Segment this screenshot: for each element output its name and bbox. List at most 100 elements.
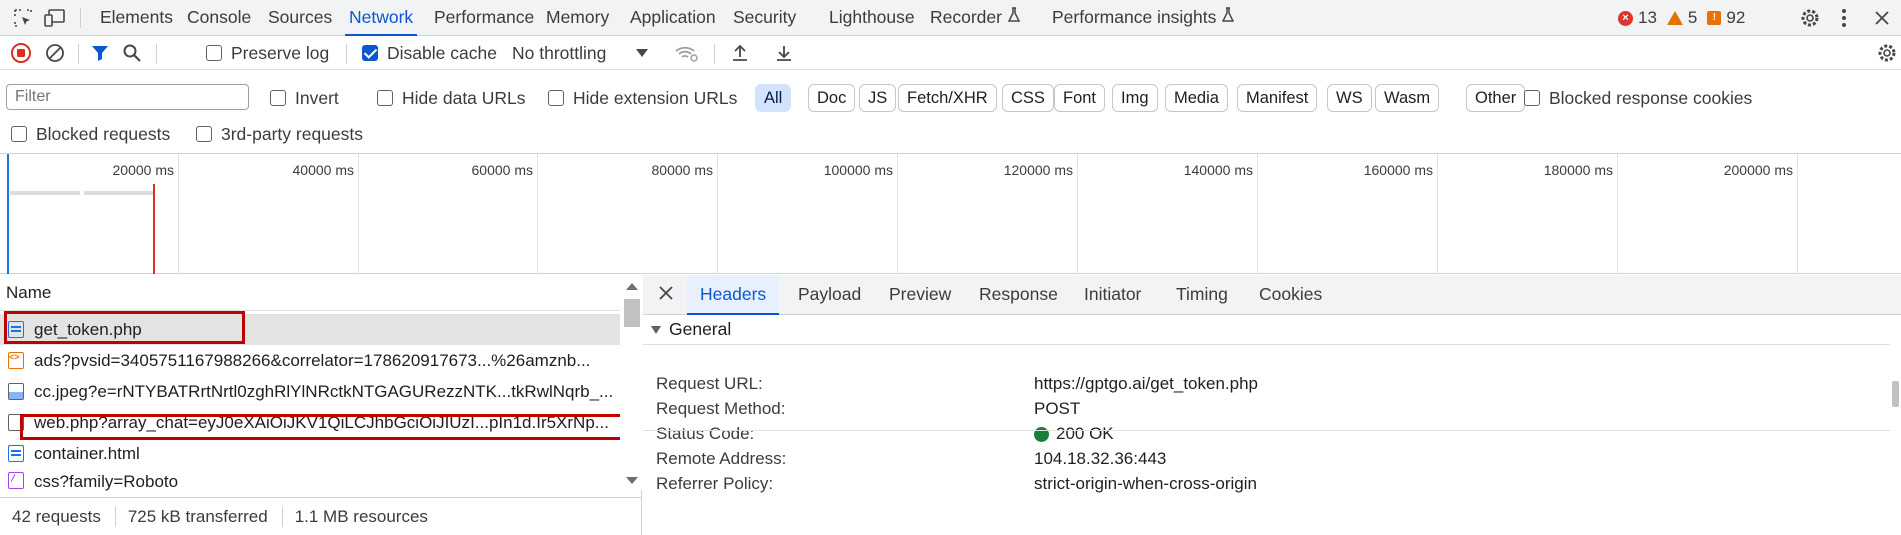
throttling-select[interactable]: No throttling — [512, 36, 649, 70]
network-toolbar: Preserve log Disable cache No throttling — [0, 36, 1901, 70]
divider — [156, 44, 157, 64]
error-counter[interactable]: × 13 — [1618, 8, 1657, 28]
more-options-icon[interactable] — [1834, 0, 1854, 36]
import-har-button[interactable] — [730, 36, 750, 70]
timeline-tick-label: 100000 ms — [823, 162, 893, 178]
tab-sources[interactable]: Sources — [268, 0, 332, 36]
disable-cache-toggle[interactable]: Disable cache — [362, 36, 497, 70]
tab-performance[interactable]: Performance — [434, 0, 534, 36]
stylesheet-icon — [8, 472, 24, 489]
third-party-requests-toggle[interactable]: 3rd-party requests — [196, 120, 363, 148]
tab-network[interactable]: Network — [344, 0, 418, 36]
request-count: 42 requests — [0, 506, 116, 527]
tab-payload[interactable]: Payload — [798, 275, 861, 315]
request-row[interactable]: ads?pvsid=3405751167988266&correlator=17… — [0, 345, 620, 376]
blocked-response-cookies-toggle[interactable]: Blocked response cookies — [1524, 84, 1752, 112]
status-ok-dot-icon — [1034, 426, 1049, 442]
tab-cookies[interactable]: Cookies — [1259, 275, 1322, 315]
export-har-button[interactable] — [774, 36, 794, 70]
type-filter-manifest[interactable]: Manifest — [1237, 84, 1318, 112]
search-button[interactable] — [122, 36, 142, 70]
tab-performance-insights[interactable]: Performance insights — [1052, 0, 1235, 36]
type-filter-css[interactable]: CSS — [1002, 84, 1054, 112]
invert-checkbox[interactable] — [270, 90, 286, 106]
filter-input[interactable] — [6, 84, 249, 110]
throttling-value: No throttling — [512, 42, 607, 63]
stop-recording-button[interactable] — [10, 36, 32, 70]
hide-data-urls-toggle[interactable]: Hide data URLs — [377, 84, 526, 112]
tab-timing[interactable]: Timing — [1176, 275, 1228, 315]
warning-count: 5 — [1687, 8, 1698, 27]
network-overview-timeline[interactable]: 20000 ms 40000 ms 60000 ms 80000 ms 1000… — [0, 154, 1901, 274]
hide-data-urls-checkbox[interactable] — [377, 90, 393, 106]
filter-toggle-button[interactable] — [90, 36, 110, 70]
warning-counter[interactable]: 5 — [1666, 8, 1698, 28]
header-value[interactable]: 104.18.32.36:443 — [1034, 449, 1166, 469]
disable-cache-checkbox[interactable] — [362, 45, 378, 61]
header-value[interactable]: strict-origin-when-cross-origin — [1034, 474, 1257, 494]
tab-headers[interactable]: Headers — [687, 275, 780, 315]
hide-extension-urls-checkbox[interactable] — [548, 90, 564, 106]
tab-security[interactable]: Security — [733, 0, 796, 36]
close-devtools-icon[interactable] — [1870, 0, 1894, 36]
preserve-log-toggle[interactable]: Preserve log — [206, 36, 329, 70]
blocked-requests-checkbox[interactable] — [11, 126, 27, 142]
type-filter-media[interactable]: Media — [1165, 84, 1228, 112]
issue-count: 92 — [1726, 8, 1746, 27]
hide-extension-urls-toggle[interactable]: Hide extension URLs — [548, 84, 737, 112]
header-value[interactable]: POST — [1034, 399, 1080, 419]
tab-elements[interactable]: Elements — [100, 0, 173, 36]
image-icon — [8, 383, 24, 400]
type-filter-doc[interactable]: Doc — [808, 84, 856, 112]
scroll-up-icon[interactable] — [626, 283, 638, 290]
device-toolbar-icon[interactable] — [38, 0, 72, 36]
type-filter-img[interactable]: Img — [1112, 84, 1158, 112]
details-scrollbar[interactable] — [1890, 315, 1901, 535]
tab-console[interactable]: Console — [187, 0, 251, 36]
name-column-header[interactable]: Name — [0, 275, 620, 311]
issues-counter[interactable]: ! 92 — [1707, 8, 1745, 28]
tab-response[interactable]: Response — [979, 275, 1058, 315]
header-value[interactable]: https://gptgo.ai/get_token.php — [1034, 374, 1258, 394]
header-key: Remote Address: — [656, 449, 787, 468]
tab-memory[interactable]: Memory — [546, 0, 609, 36]
timeline-gridline — [358, 154, 359, 274]
type-filter-all[interactable]: All — [755, 84, 792, 112]
status-code-value[interactable]: 200 OK — [1034, 424, 1114, 444]
divider — [643, 430, 1890, 431]
inspect-element-icon[interactable] — [6, 0, 40, 36]
invert-toggle[interactable]: Invert — [270, 84, 339, 112]
settings-gear-icon[interactable] — [1793, 0, 1827, 36]
type-filter-font[interactable]: Font — [1054, 84, 1106, 112]
tab-lighthouse[interactable]: Lighthouse — [829, 0, 915, 36]
general-section-header[interactable]: General — [643, 315, 1890, 345]
request-list-scrollbar[interactable] — [620, 275, 642, 490]
request-row[interactable]: cc.jpeg?e=rNTYBATRrtNrtl0zghRlYlNRctkNTG… — [0, 376, 620, 407]
network-settings-button[interactable] — [1876, 36, 1898, 70]
tab-application[interactable]: Application — [630, 0, 716, 36]
third-party-requests-checkbox[interactable] — [196, 126, 212, 142]
type-filter-ws[interactable]: WS — [1327, 84, 1372, 112]
type-filter-wasm[interactable]: Wasm — [1375, 84, 1440, 112]
request-row[interactable]: css?family=Roboto — [0, 469, 620, 493]
scrollbar-thumb[interactable] — [624, 299, 640, 327]
type-filter-fetch-xhr[interactable]: Fetch/XHR — [898, 84, 997, 112]
tab-preview[interactable]: Preview — [889, 275, 951, 315]
scrollbar-thumb[interactable] — [1892, 381, 1899, 407]
blocked-response-cookies-checkbox[interactable] — [1524, 90, 1540, 106]
tab-recorder[interactable]: Recorder — [930, 0, 1021, 36]
type-filter-other[interactable]: Other — [1466, 84, 1526, 112]
issue-counters[interactable]: × 13 5 ! 92 — [1618, 0, 1745, 36]
preserve-log-checkbox[interactable] — [206, 45, 222, 61]
tab-initiator[interactable]: Initiator — [1084, 275, 1141, 315]
tab-performance-insights-label: Performance insights — [1052, 7, 1217, 27]
request-name: ads?pvsid=3405751167988266&correlator=17… — [34, 350, 591, 370]
filter-funnel-icon — [92, 46, 108, 61]
request-row[interactable]: container.html — [0, 438, 620, 469]
close-details-icon[interactable] — [658, 283, 674, 305]
type-filter-js[interactable]: JS — [859, 84, 897, 112]
network-conditions-button[interactable] — [674, 36, 700, 70]
scroll-down-icon[interactable] — [626, 477, 638, 484]
blocked-requests-toggle[interactable]: Blocked requests — [11, 120, 170, 148]
clear-button[interactable] — [44, 36, 66, 70]
